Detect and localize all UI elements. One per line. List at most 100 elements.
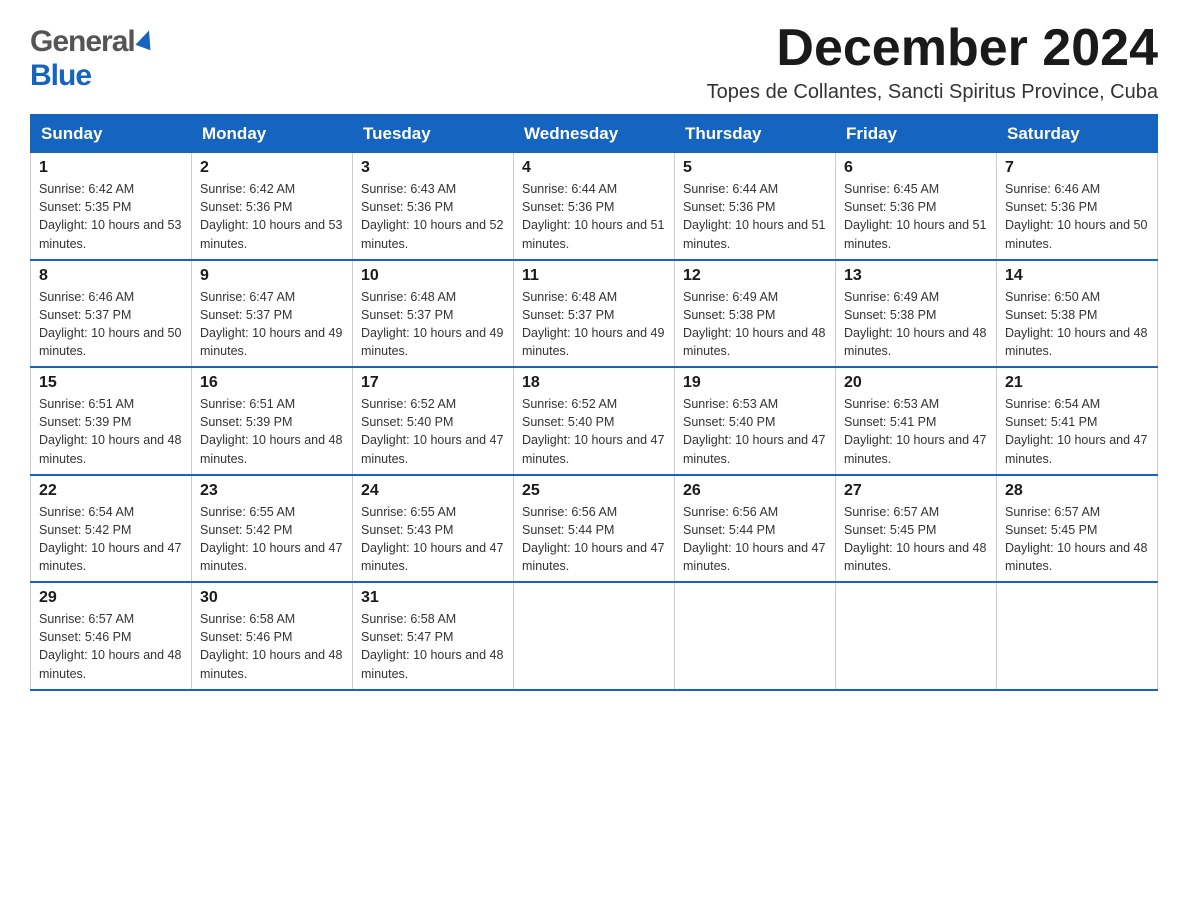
col-header-monday: Monday bbox=[192, 115, 353, 153]
col-header-friday: Friday bbox=[836, 115, 997, 153]
day-info: Sunrise: 6:57 AMSunset: 5:46 PMDaylight:… bbox=[39, 612, 181, 680]
day-number: 16 bbox=[200, 374, 344, 392]
day-number: 28 bbox=[1005, 482, 1149, 500]
day-info: Sunrise: 6:51 AMSunset: 5:39 PMDaylight:… bbox=[200, 397, 342, 465]
calendar-cell: 18 Sunrise: 6:52 AMSunset: 5:40 PMDaylig… bbox=[514, 367, 675, 475]
day-info: Sunrise: 6:54 AMSunset: 5:42 PMDaylight:… bbox=[39, 505, 181, 573]
day-info: Sunrise: 6:55 AMSunset: 5:42 PMDaylight:… bbox=[200, 505, 342, 573]
day-number: 18 bbox=[522, 374, 666, 392]
calendar-cell: 19 Sunrise: 6:53 AMSunset: 5:40 PMDaylig… bbox=[675, 367, 836, 475]
calendar-week-row: 8 Sunrise: 6:46 AMSunset: 5:37 PMDayligh… bbox=[31, 260, 1158, 368]
calendar-week-row: 1 Sunrise: 6:42 AMSunset: 5:35 PMDayligh… bbox=[31, 153, 1158, 260]
day-info: Sunrise: 6:52 AMSunset: 5:40 PMDaylight:… bbox=[522, 397, 664, 465]
calendar-header-row: SundayMondayTuesdayWednesdayThursdayFrid… bbox=[31, 115, 1158, 153]
day-info: Sunrise: 6:57 AMSunset: 5:45 PMDaylight:… bbox=[1005, 505, 1147, 573]
day-number: 1 bbox=[39, 159, 183, 177]
calendar-cell: 24 Sunrise: 6:55 AMSunset: 5:43 PMDaylig… bbox=[353, 475, 514, 583]
day-number: 4 bbox=[522, 159, 666, 177]
calendar-cell: 16 Sunrise: 6:51 AMSunset: 5:39 PMDaylig… bbox=[192, 367, 353, 475]
calendar-cell: 14 Sunrise: 6:50 AMSunset: 5:38 PMDaylig… bbox=[997, 260, 1158, 368]
calendar-cell: 25 Sunrise: 6:56 AMSunset: 5:44 PMDaylig… bbox=[514, 475, 675, 583]
calendar-cell: 28 Sunrise: 6:57 AMSunset: 5:45 PMDaylig… bbox=[997, 475, 1158, 583]
day-number: 2 bbox=[200, 159, 344, 177]
day-number: 13 bbox=[844, 267, 988, 285]
day-info: Sunrise: 6:42 AMSunset: 5:35 PMDaylight:… bbox=[39, 182, 181, 250]
month-title: December 2024 bbox=[707, 20, 1158, 77]
col-header-tuesday: Tuesday bbox=[353, 115, 514, 153]
calendar-table: SundayMondayTuesdayWednesdayThursdayFrid… bbox=[30, 114, 1158, 691]
day-info: Sunrise: 6:51 AMSunset: 5:39 PMDaylight:… bbox=[39, 397, 181, 465]
day-info: Sunrise: 6:56 AMSunset: 5:44 PMDaylight:… bbox=[683, 505, 825, 573]
calendar-cell: 30 Sunrise: 6:58 AMSunset: 5:46 PMDaylig… bbox=[192, 582, 353, 690]
day-number: 7 bbox=[1005, 159, 1149, 177]
day-number: 29 bbox=[39, 589, 183, 607]
calendar-cell: 5 Sunrise: 6:44 AMSunset: 5:36 PMDayligh… bbox=[675, 153, 836, 260]
day-info: Sunrise: 6:48 AMSunset: 5:37 PMDaylight:… bbox=[361, 290, 503, 358]
page-header: General Blue December 2024 Topes de Coll… bbox=[30, 20, 1158, 104]
calendar-cell: 15 Sunrise: 6:51 AMSunset: 5:39 PMDaylig… bbox=[31, 367, 192, 475]
day-number: 24 bbox=[361, 482, 505, 500]
calendar-cell: 23 Sunrise: 6:55 AMSunset: 5:42 PMDaylig… bbox=[192, 475, 353, 583]
day-info: Sunrise: 6:46 AMSunset: 5:37 PMDaylight:… bbox=[39, 290, 181, 358]
day-number: 12 bbox=[683, 267, 827, 285]
calendar-cell: 2 Sunrise: 6:42 AMSunset: 5:36 PMDayligh… bbox=[192, 153, 353, 260]
calendar-cell: 22 Sunrise: 6:54 AMSunset: 5:42 PMDaylig… bbox=[31, 475, 192, 583]
col-header-saturday: Saturday bbox=[997, 115, 1158, 153]
day-info: Sunrise: 6:53 AMSunset: 5:40 PMDaylight:… bbox=[683, 397, 825, 465]
calendar-cell: 9 Sunrise: 6:47 AMSunset: 5:37 PMDayligh… bbox=[192, 260, 353, 368]
title-block: December 2024 Topes de Collantes, Sancti… bbox=[707, 20, 1158, 104]
logo-general-text: General bbox=[30, 25, 135, 59]
calendar-cell: 12 Sunrise: 6:49 AMSunset: 5:38 PMDaylig… bbox=[675, 260, 836, 368]
day-number: 25 bbox=[522, 482, 666, 500]
day-info: Sunrise: 6:55 AMSunset: 5:43 PMDaylight:… bbox=[361, 505, 503, 573]
day-number: 8 bbox=[39, 267, 183, 285]
day-info: Sunrise: 6:49 AMSunset: 5:38 PMDaylight:… bbox=[844, 290, 986, 358]
calendar-cell: 21 Sunrise: 6:54 AMSunset: 5:41 PMDaylig… bbox=[997, 367, 1158, 475]
day-info: Sunrise: 6:46 AMSunset: 5:36 PMDaylight:… bbox=[1005, 182, 1147, 250]
day-number: 31 bbox=[361, 589, 505, 607]
calendar-cell bbox=[514, 582, 675, 690]
day-number: 22 bbox=[39, 482, 183, 500]
calendar-cell: 3 Sunrise: 6:43 AMSunset: 5:36 PMDayligh… bbox=[353, 153, 514, 260]
col-header-wednesday: Wednesday bbox=[514, 115, 675, 153]
day-info: Sunrise: 6:44 AMSunset: 5:36 PMDaylight:… bbox=[683, 182, 825, 250]
calendar-cell: 31 Sunrise: 6:58 AMSunset: 5:47 PMDaylig… bbox=[353, 582, 514, 690]
col-header-thursday: Thursday bbox=[675, 115, 836, 153]
logo-triangle-icon bbox=[135, 28, 156, 50]
calendar-cell: 29 Sunrise: 6:57 AMSunset: 5:46 PMDaylig… bbox=[31, 582, 192, 690]
calendar-cell: 10 Sunrise: 6:48 AMSunset: 5:37 PMDaylig… bbox=[353, 260, 514, 368]
calendar-cell bbox=[997, 582, 1158, 690]
day-info: Sunrise: 6:57 AMSunset: 5:45 PMDaylight:… bbox=[844, 505, 986, 573]
day-number: 3 bbox=[361, 159, 505, 177]
day-info: Sunrise: 6:43 AMSunset: 5:36 PMDaylight:… bbox=[361, 182, 503, 250]
day-number: 20 bbox=[844, 374, 988, 392]
day-info: Sunrise: 6:45 AMSunset: 5:36 PMDaylight:… bbox=[844, 182, 986, 250]
day-info: Sunrise: 6:44 AMSunset: 5:36 PMDaylight:… bbox=[522, 182, 664, 250]
calendar-week-row: 15 Sunrise: 6:51 AMSunset: 5:39 PMDaylig… bbox=[31, 367, 1158, 475]
calendar-cell: 11 Sunrise: 6:48 AMSunset: 5:37 PMDaylig… bbox=[514, 260, 675, 368]
day-number: 10 bbox=[361, 267, 505, 285]
calendar-cell: 26 Sunrise: 6:56 AMSunset: 5:44 PMDaylig… bbox=[675, 475, 836, 583]
day-number: 11 bbox=[522, 267, 666, 285]
day-info: Sunrise: 6:48 AMSunset: 5:37 PMDaylight:… bbox=[522, 290, 664, 358]
calendar-cell: 4 Sunrise: 6:44 AMSunset: 5:36 PMDayligh… bbox=[514, 153, 675, 260]
day-number: 17 bbox=[361, 374, 505, 392]
calendar-cell bbox=[836, 582, 997, 690]
location-text: Topes de Collantes, Sancti Spiritus Prov… bbox=[707, 81, 1158, 104]
day-number: 26 bbox=[683, 482, 827, 500]
day-number: 27 bbox=[844, 482, 988, 500]
day-number: 5 bbox=[683, 159, 827, 177]
calendar-cell: 6 Sunrise: 6:45 AMSunset: 5:36 PMDayligh… bbox=[836, 153, 997, 260]
day-info: Sunrise: 6:53 AMSunset: 5:41 PMDaylight:… bbox=[844, 397, 986, 465]
day-info: Sunrise: 6:47 AMSunset: 5:37 PMDaylight:… bbox=[200, 290, 342, 358]
day-number: 6 bbox=[844, 159, 988, 177]
day-number: 23 bbox=[200, 482, 344, 500]
calendar-cell: 13 Sunrise: 6:49 AMSunset: 5:38 PMDaylig… bbox=[836, 260, 997, 368]
day-info: Sunrise: 6:58 AMSunset: 5:46 PMDaylight:… bbox=[200, 612, 342, 680]
calendar-week-row: 22 Sunrise: 6:54 AMSunset: 5:42 PMDaylig… bbox=[31, 475, 1158, 583]
day-number: 9 bbox=[200, 267, 344, 285]
calendar-week-row: 29 Sunrise: 6:57 AMSunset: 5:46 PMDaylig… bbox=[31, 582, 1158, 690]
day-info: Sunrise: 6:42 AMSunset: 5:36 PMDaylight:… bbox=[200, 182, 342, 250]
calendar-cell: 17 Sunrise: 6:52 AMSunset: 5:40 PMDaylig… bbox=[353, 367, 514, 475]
day-info: Sunrise: 6:50 AMSunset: 5:38 PMDaylight:… bbox=[1005, 290, 1147, 358]
